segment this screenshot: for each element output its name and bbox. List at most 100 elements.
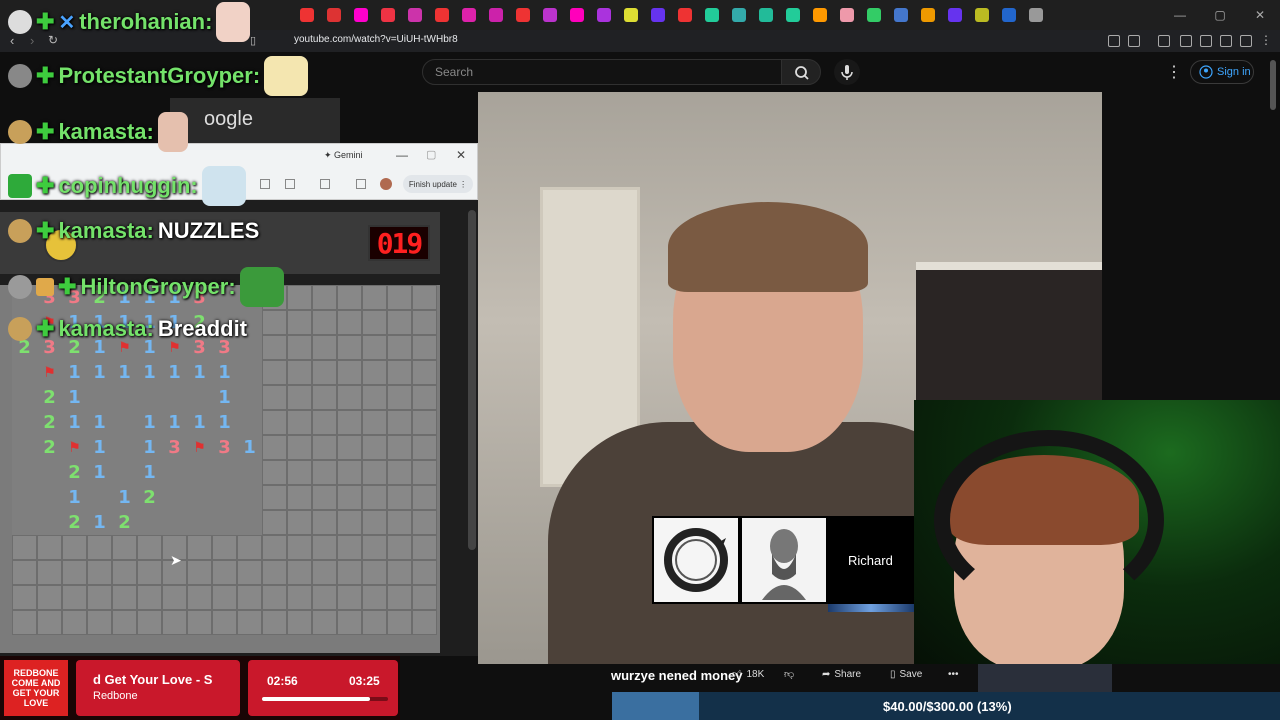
minesweeper-cell[interactable] bbox=[387, 460, 412, 485]
minesweeper-cell[interactable] bbox=[162, 585, 187, 610]
minesweeper-cell[interactable] bbox=[287, 560, 312, 585]
minesweeper-cell[interactable]: 1 bbox=[212, 385, 237, 410]
minesweeper-cell[interactable] bbox=[12, 385, 37, 410]
minesweeper-cell[interactable] bbox=[212, 485, 237, 510]
minesweeper-cell[interactable] bbox=[237, 360, 262, 385]
voice-search-button[interactable] bbox=[834, 59, 860, 85]
minesweeper-cell[interactable] bbox=[12, 535, 37, 560]
minesweeper-cell[interactable] bbox=[212, 560, 237, 585]
minesweeper-cell[interactable] bbox=[162, 460, 187, 485]
minesweeper-cell[interactable]: 1 bbox=[137, 410, 162, 435]
minesweeper-cell[interactable] bbox=[12, 485, 37, 510]
minesweeper-cell[interactable]: 1 bbox=[62, 385, 87, 410]
tab-favicon-icon[interactable] bbox=[732, 8, 746, 22]
minesweeper-cell[interactable] bbox=[362, 585, 387, 610]
minesweeper-cell[interactable] bbox=[387, 310, 412, 335]
more-actions-button[interactable]: ••• bbox=[948, 666, 959, 682]
minesweeper-cell[interactable] bbox=[312, 360, 337, 385]
minesweeper-cell[interactable] bbox=[337, 285, 362, 310]
gemini-extension-icon[interactable] bbox=[285, 179, 295, 189]
minesweeper-cell[interactable] bbox=[187, 460, 212, 485]
minesweeper-cell[interactable] bbox=[362, 360, 387, 385]
tab-favicon-icon[interactable] bbox=[948, 8, 962, 22]
minesweeper-cell[interactable] bbox=[37, 535, 62, 560]
tab-favicon-icon[interactable] bbox=[894, 8, 908, 22]
minesweeper-cell[interactable] bbox=[287, 435, 312, 460]
tab-favicon-icon[interactable] bbox=[867, 8, 881, 22]
minesweeper-cell[interactable] bbox=[362, 285, 387, 310]
minesweeper-cell[interactable] bbox=[37, 610, 62, 635]
minesweeper-cell[interactable] bbox=[12, 510, 37, 535]
minesweeper-cell[interactable] bbox=[312, 335, 337, 360]
save-button[interactable]: ▯ Save bbox=[890, 666, 922, 682]
minesweeper-cell[interactable] bbox=[162, 385, 187, 410]
minesweeper-cell[interactable] bbox=[12, 560, 37, 585]
minesweeper-cell[interactable]: 1 bbox=[137, 360, 162, 385]
minesweeper-cell[interactable] bbox=[162, 485, 187, 510]
tab-favicon-icon[interactable] bbox=[570, 8, 584, 22]
minesweeper-cell[interactable]: 1 bbox=[62, 360, 87, 385]
minesweeper-cell[interactable] bbox=[262, 535, 287, 560]
gemini-toolbar-icon[interactable] bbox=[260, 179, 270, 189]
minesweeper-cell[interactable] bbox=[387, 610, 412, 635]
minesweeper-cell[interactable] bbox=[412, 285, 437, 310]
search-button[interactable] bbox=[781, 59, 821, 85]
tab-favicon-icon[interactable] bbox=[705, 8, 719, 22]
minesweeper-cell[interactable] bbox=[12, 610, 37, 635]
minesweeper-cell[interactable] bbox=[362, 435, 387, 460]
minesweeper-cell[interactable] bbox=[287, 460, 312, 485]
minesweeper-cell[interactable] bbox=[12, 460, 37, 485]
minesweeper-cell[interactable] bbox=[312, 585, 337, 610]
minesweeper-cell[interactable] bbox=[362, 335, 387, 360]
minesweeper-cell[interactable] bbox=[112, 460, 137, 485]
minesweeper-cell[interactable]: 1 bbox=[112, 485, 137, 510]
minesweeper-cell[interactable] bbox=[412, 535, 437, 560]
minesweeper-cell[interactable] bbox=[112, 610, 137, 635]
minesweeper-cell[interactable] bbox=[187, 385, 212, 410]
tab-favicon-icon[interactable] bbox=[624, 8, 638, 22]
minesweeper-cell[interactable] bbox=[412, 560, 437, 585]
close-window-button[interactable]: ✕ bbox=[1240, 0, 1280, 30]
minesweeper-cell[interactable] bbox=[312, 535, 337, 560]
minesweeper-cell[interactable] bbox=[212, 510, 237, 535]
gemini-toolbar-icon[interactable] bbox=[356, 179, 366, 189]
minesweeper-cell[interactable] bbox=[262, 360, 287, 385]
gemini-avatar[interactable] bbox=[380, 178, 392, 190]
minesweeper-cell[interactable] bbox=[412, 510, 437, 535]
minesweeper-cell[interactable] bbox=[237, 560, 262, 585]
minesweeper-cell[interactable] bbox=[337, 385, 362, 410]
sign-in-button[interactable]: Sign in bbox=[1190, 60, 1254, 84]
minesweeper-cell[interactable] bbox=[412, 410, 437, 435]
tab-favicon-icon[interactable] bbox=[381, 8, 395, 22]
finish-update-button[interactable]: Finish update ⋮ bbox=[403, 175, 473, 193]
minesweeper-cell[interactable] bbox=[362, 310, 387, 335]
minesweeper-cell[interactable] bbox=[237, 535, 262, 560]
minesweeper-cell[interactable] bbox=[312, 410, 337, 435]
page-scrollbar[interactable] bbox=[1270, 60, 1276, 110]
minesweeper-cell[interactable] bbox=[62, 585, 87, 610]
extension-icon[interactable] bbox=[1108, 35, 1120, 47]
minesweeper-cell[interactable] bbox=[412, 335, 437, 360]
tab-favicon-icon[interactable] bbox=[813, 8, 827, 22]
minesweeper-cell[interactable] bbox=[337, 560, 362, 585]
minesweeper-cell[interactable]: 1 bbox=[137, 460, 162, 485]
minesweeper-cell[interactable] bbox=[287, 385, 312, 410]
minesweeper-cell[interactable] bbox=[337, 585, 362, 610]
tab-favicon-icon[interactable] bbox=[921, 8, 935, 22]
flag-icon[interactable]: ⚑ bbox=[187, 435, 212, 460]
minesweeper-cell[interactable]: 2 bbox=[37, 385, 62, 410]
minesweeper-cell[interactable]: 1 bbox=[87, 410, 112, 435]
minesweeper-cell[interactable] bbox=[87, 560, 112, 585]
minesweeper-cell[interactable] bbox=[387, 535, 412, 560]
minesweeper-cell[interactable] bbox=[337, 535, 362, 560]
minesweeper-cell[interactable]: 2 bbox=[37, 410, 62, 435]
minesweeper-cell[interactable] bbox=[212, 585, 237, 610]
minesweeper-cell[interactable] bbox=[37, 510, 62, 535]
minesweeper-cell[interactable] bbox=[312, 510, 337, 535]
minesweeper-cell[interactable] bbox=[187, 485, 212, 510]
minesweeper-cell[interactable] bbox=[262, 385, 287, 410]
minesweeper-cell[interactable]: 1 bbox=[162, 360, 187, 385]
sidebar-icon[interactable] bbox=[1180, 35, 1192, 47]
minesweeper-cell[interactable] bbox=[37, 585, 62, 610]
minesweeper-cell[interactable] bbox=[312, 560, 337, 585]
